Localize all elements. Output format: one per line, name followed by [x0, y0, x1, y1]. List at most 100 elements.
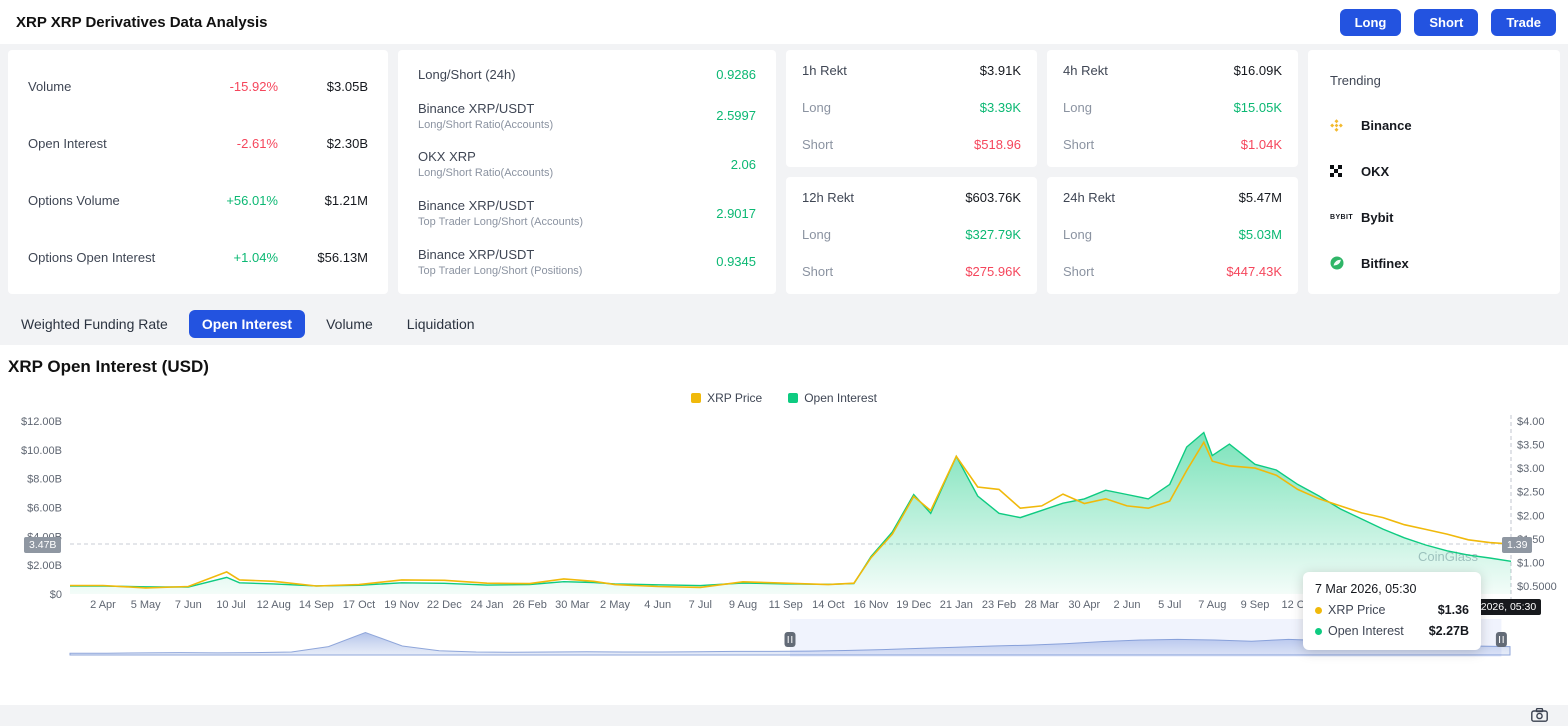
- ratio-value: 0.9345: [716, 254, 756, 270]
- x-axis-tick: 2 Apr: [90, 599, 116, 611]
- rekt-short-label: Short: [802, 137, 834, 152]
- ratio-label: Binance XRP/USDT: [418, 100, 535, 116]
- left-axis-tick: $8.00B: [27, 474, 62, 486]
- rekt-title: 24h Rekt: [1063, 190, 1116, 205]
- right-axis-tick: $1.00: [1517, 557, 1545, 569]
- trending-item-label: OKX: [1361, 163, 1390, 179]
- rekt-long-label: Long: [802, 100, 831, 115]
- x-axis-tick: 2 May: [600, 599, 630, 611]
- x-axis-tick: 4 Jun: [644, 599, 671, 611]
- rekt-total: $16.09K: [1233, 63, 1282, 78]
- legend-item-price[interactable]: XRP Price: [691, 391, 762, 405]
- rekt-short-label: Short: [1063, 137, 1095, 152]
- right-axis-tick: $0.5000: [1517, 581, 1557, 593]
- legend-label: Open Interest: [804, 391, 877, 405]
- rekt-long-label: Long: [1063, 100, 1092, 115]
- trending-item-bitfinex[interactable]: Bitfinex: [1330, 255, 1538, 271]
- right-axis-tick: $2.50: [1517, 487, 1545, 499]
- navigator-handle-right[interactable]: [1495, 632, 1507, 647]
- legend-item-open-interest[interactable]: Open Interest: [788, 391, 877, 405]
- rekt-long-label: Long: [1063, 227, 1092, 242]
- x-axis-tick: 30 Apr: [1068, 599, 1100, 611]
- tab-volume[interactable]: Volume: [313, 310, 386, 338]
- trending-item-binance[interactable]: Binance: [1330, 118, 1538, 134]
- stat-label: Volume: [28, 79, 72, 94]
- tab-liquidation[interactable]: Liquidation: [394, 310, 488, 338]
- rekt-card-12h: 12h Rekt $603.76K Long $327.79K Short $275…: [786, 177, 1037, 294]
- left-axis-tick: $2.00B: [27, 560, 62, 572]
- short-button[interactable]: Short: [1414, 8, 1479, 36]
- stat-value: $56.13M: [317, 250, 368, 265]
- left-axis-tick: $12.00B: [21, 416, 62, 428]
- legend-label: XRP Price: [707, 391, 763, 405]
- x-axis-tick: 14 Sep: [299, 599, 334, 611]
- rekt-long-label: Long: [802, 227, 831, 242]
- ratio-row: Binance XRP/USDT Long/Short Ratio(Accoun…: [418, 101, 756, 131]
- stat-label: Options Open Interest: [28, 250, 156, 265]
- ratio-row: OKX XRP Long/Short Ratio(Accounts) 2.06: [418, 149, 756, 179]
- price-swatch: [691, 393, 702, 403]
- ratio-label: Binance XRP/USDT: [418, 198, 535, 214]
- rekt-title: 4h Rekt: [1063, 63, 1108, 78]
- page-title: XRP XRP Derivatives Data Analysis: [16, 13, 268, 31]
- screenshot-camera-icon[interactable]: [1531, 708, 1548, 722]
- bybit-icon: BYBIT: [1330, 213, 1353, 221]
- stats-row: Volume -15.92% $3.05B Open Interest -2.6…: [0, 44, 1568, 302]
- ratio-label: OKX XRP: [418, 149, 476, 165]
- chart-tabs: Weighted Funding Rate Open Interest Volu…: [0, 302, 1568, 345]
- rekt-total: $603.76K: [965, 190, 1021, 205]
- ratio-sublabel: Long/Short Ratio(Accounts): [418, 167, 554, 180]
- rekt-short-value: $1.04K: [1240, 137, 1282, 152]
- liquidation-summary-grid: 1h Rekt $3.91K Long $3.39K Short $518.96 4…: [786, 50, 1298, 294]
- trade-button[interactable]: Trade: [1491, 8, 1556, 36]
- x-axis-tick: 19 Dec: [896, 599, 931, 611]
- tooltip-price-row: XRP Price $1.36: [1315, 603, 1469, 617]
- topbar-actions: Long Short Trade: [1339, 8, 1556, 36]
- tooltip-oi-row: Open Interest $2.27B: [1315, 624, 1469, 638]
- left-axis-tick: $6.00B: [27, 503, 62, 515]
- stat-change: +56.01%: [226, 193, 278, 208]
- x-axis-tick: 12 Aug: [257, 599, 291, 611]
- rekt-short-label: Short: [1063, 264, 1095, 279]
- rekt-long-value: $15.05K: [1233, 100, 1282, 115]
- ratio-value: 2.9017: [716, 205, 756, 221]
- x-axis-tick: 7 Jul: [689, 599, 712, 611]
- stat-row-options-volume: Options Volume +56.01% $1.21M: [28, 193, 368, 208]
- ratio-row: Binance XRP/USDT Top Trader Long/Short (…: [418, 247, 756, 277]
- binance-icon: [1330, 118, 1350, 134]
- trending-item-label: Bybit: [1361, 209, 1394, 225]
- tab-weighted-funding-rate[interactable]: Weighted Funding Rate: [8, 310, 181, 338]
- trending-item-bybit[interactable]: BYBIT Bybit: [1330, 209, 1538, 225]
- rekt-card-4h: 4h Rekt $16.09K Long $15.05K Short $1.04K: [1047, 50, 1298, 167]
- rekt-card-1h: 1h Rekt $3.91K Long $3.39K Short $518.96: [786, 50, 1037, 167]
- chart-section: XRP Open Interest (USD) XRP Price Open I…: [0, 345, 1568, 705]
- rekt-short-label: Short: [802, 264, 834, 279]
- x-axis-tick: 5 Jul: [1158, 599, 1181, 611]
- x-axis-tick: 9 Sep: [1241, 599, 1270, 611]
- x-axis-tick: 30 Mar: [555, 599, 590, 611]
- stat-value: $2.30B: [326, 136, 368, 151]
- x-axis-tick: 9 Aug: [729, 599, 757, 611]
- x-axis-tick: 10 Jul: [216, 599, 245, 611]
- x-axis-tick: 23 Feb: [982, 599, 1016, 611]
- trending-item-okx[interactable]: OKX: [1330, 163, 1538, 179]
- left-axis-tick: $0: [50, 589, 62, 601]
- ratio-value: 0.9286: [716, 67, 756, 83]
- x-axis-tick: 22 Dec: [427, 599, 462, 611]
- tab-open-interest[interactable]: Open Interest: [188, 310, 306, 338]
- topbar: XRP XRP Derivatives Data Analysis Long S…: [0, 0, 1568, 44]
- ratio-value: 2.5997: [716, 108, 756, 124]
- right-axis-tick: $3.50: [1517, 440, 1545, 452]
- navigator-handle-left[interactable]: [784, 632, 796, 647]
- left-axis-tick: $10.00B: [21, 445, 62, 457]
- long-button[interactable]: Long: [1339, 8, 1402, 36]
- ratio-value: 2.06: [730, 156, 756, 172]
- rekt-title: 1h Rekt: [802, 63, 847, 78]
- stat-row-open-interest: Open Interest -2.61% $2.30B: [28, 136, 368, 151]
- ratio-row: Binance XRP/USDT Top Trader Long/Short (…: [418, 198, 756, 228]
- long-short-ratios-card: Long/Short (24h) 0.9286 Binance XRP/USDT…: [398, 50, 776, 294]
- stat-change: +1.04%: [233, 250, 278, 265]
- x-axis-tick: 19 Nov: [384, 599, 419, 611]
- right-axis-tick: $3.00: [1517, 463, 1545, 475]
- price-open-interest-chart[interactable]: CoinGlass$12.00B$10.00B$8.00B$6.00B$4.00…: [0, 409, 1568, 659]
